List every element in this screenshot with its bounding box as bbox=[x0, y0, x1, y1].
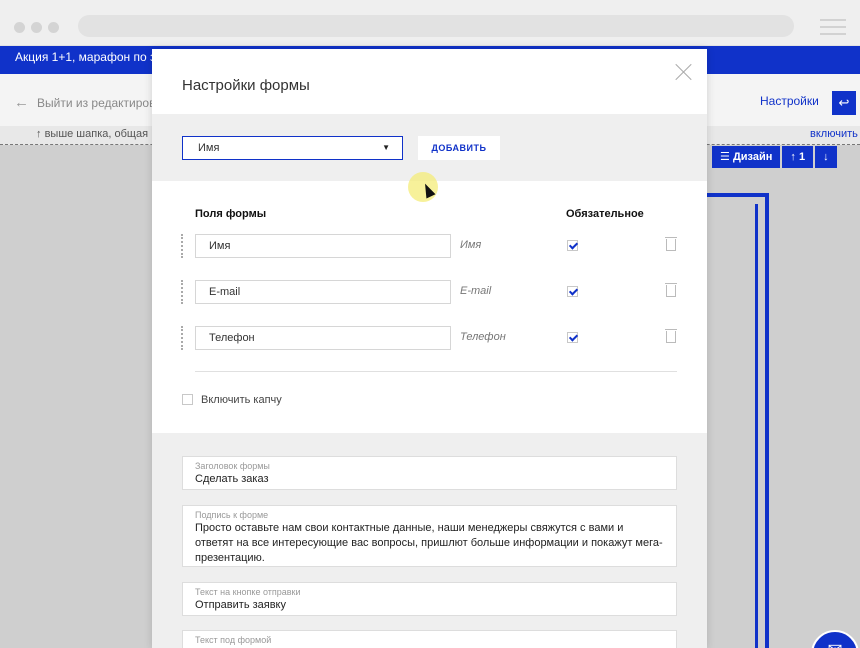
menu-icon[interactable] bbox=[820, 19, 846, 35]
block-toolbar: ☰ Дизайн ↑ 1 ↓ bbox=[712, 146, 837, 168]
form-caption-value: Просто оставьте нам свои контактные данн… bbox=[195, 522, 663, 564]
block-index: 1 bbox=[798, 151, 806, 163]
browser-chrome bbox=[0, 0, 860, 46]
settings-link[interactable]: Настройки bbox=[760, 94, 819, 108]
close-icon[interactable] bbox=[675, 63, 693, 81]
field-placeholder: Телефон bbox=[460, 331, 506, 343]
required-checkbox[interactable] bbox=[567, 332, 578, 343]
exit-editor-link[interactable]: ← Выйти из редактиров bbox=[14, 94, 155, 111]
move-up-button[interactable]: ↑ 1 bbox=[782, 146, 814, 168]
captcha-checkbox[interactable] bbox=[182, 394, 193, 405]
caret-down-icon: ▼ bbox=[382, 143, 390, 152]
form-field-row: Телефон Телефон bbox=[152, 326, 707, 350]
form-field-row: Имя Имя bbox=[152, 234, 707, 258]
drag-handle-icon[interactable] bbox=[181, 234, 184, 258]
trash-icon[interactable] bbox=[665, 237, 677, 251]
field-type-select[interactable]: Имя ▼ bbox=[182, 136, 403, 160]
fields-header: Поля формы bbox=[195, 208, 267, 220]
form-caption-label: Подпись к форме bbox=[195, 510, 269, 520]
modal-title: Настройки формы bbox=[182, 77, 310, 94]
below-form-text-label: Текст под формой bbox=[195, 635, 272, 645]
field-placeholder: E-mail bbox=[460, 285, 492, 297]
window-dot[interactable] bbox=[14, 22, 25, 33]
drag-handle-icon[interactable] bbox=[181, 280, 184, 304]
below-form-text-field[interactable]: Текст под формой bbox=[182, 630, 677, 648]
arrow-up-icon: ↑ bbox=[790, 151, 796, 163]
field-name-input[interactable]: Телефон bbox=[195, 326, 451, 350]
trash-icon[interactable] bbox=[665, 329, 677, 343]
captcha-toggle[interactable]: Включить капчу bbox=[182, 394, 282, 406]
promo-text: Акция 1+1, марафон по зап bbox=[15, 50, 169, 64]
sliders-icon: ☰ bbox=[720, 151, 730, 163]
ruler-left-label: выше шапка, общая bbox=[44, 128, 149, 140]
required-checkbox[interactable] bbox=[567, 240, 578, 251]
design-button[interactable]: ☰ Дизайн bbox=[712, 146, 781, 168]
divider bbox=[195, 371, 677, 372]
submit-text-field[interactable]: Текст на кнопке отправки Отправить заявк… bbox=[182, 582, 677, 616]
captcha-label: Включить капчу bbox=[201, 394, 282, 406]
form-field-row: E-mail E-mail bbox=[152, 280, 707, 304]
form-title-value: Сделать заказ bbox=[195, 473, 269, 485]
move-down-button[interactable]: ↓ bbox=[815, 146, 837, 168]
required-header: Обязательное bbox=[566, 208, 644, 220]
submit-text-label: Текст на кнопке отправки bbox=[195, 587, 301, 597]
trash-icon[interactable] bbox=[665, 283, 677, 297]
ruler-enable-link[interactable]: включить bbox=[810, 128, 858, 140]
add-field-section: Имя ▼ добавить bbox=[152, 114, 707, 181]
field-placeholder: Имя bbox=[460, 239, 482, 251]
add-field-button[interactable]: добавить bbox=[418, 136, 500, 160]
block-frame bbox=[707, 193, 769, 648]
form-title-field[interactable]: Заголовок формы Сделать заказ bbox=[182, 456, 677, 490]
window-dot[interactable] bbox=[31, 22, 42, 33]
field-name-input[interactable]: E-mail bbox=[195, 280, 451, 304]
window-dot[interactable] bbox=[48, 22, 59, 33]
address-bar[interactable] bbox=[78, 15, 794, 37]
form-title-label: Заголовок формы bbox=[195, 461, 270, 471]
ruler-left-text: ↑ выше шапка, общая bbox=[36, 128, 149, 140]
submit-text-value: Отправить заявку bbox=[195, 599, 286, 611]
form-texts-section: Заголовок формы Сделать заказ Подпись к … bbox=[152, 433, 707, 648]
undo-icon[interactable]: ↩ bbox=[832, 91, 856, 115]
arrow-down-icon: ↓ bbox=[823, 151, 829, 163]
form-settings-modal: Настройки формы Имя ▼ добавить Поля форм… bbox=[152, 49, 707, 648]
design-label: Дизайн bbox=[732, 151, 773, 163]
arrow-left-icon: ← bbox=[14, 94, 29, 111]
exit-editor-label: Выйти из редактиров bbox=[37, 96, 156, 110]
form-caption-field[interactable]: Подпись к форме Просто оставьте нам свои… bbox=[182, 505, 677, 567]
drag-handle-icon[interactable] bbox=[181, 326, 184, 350]
field-type-select-value: Имя bbox=[198, 142, 220, 154]
required-checkbox[interactable] bbox=[567, 286, 578, 297]
field-name-input[interactable]: Имя bbox=[195, 234, 451, 258]
